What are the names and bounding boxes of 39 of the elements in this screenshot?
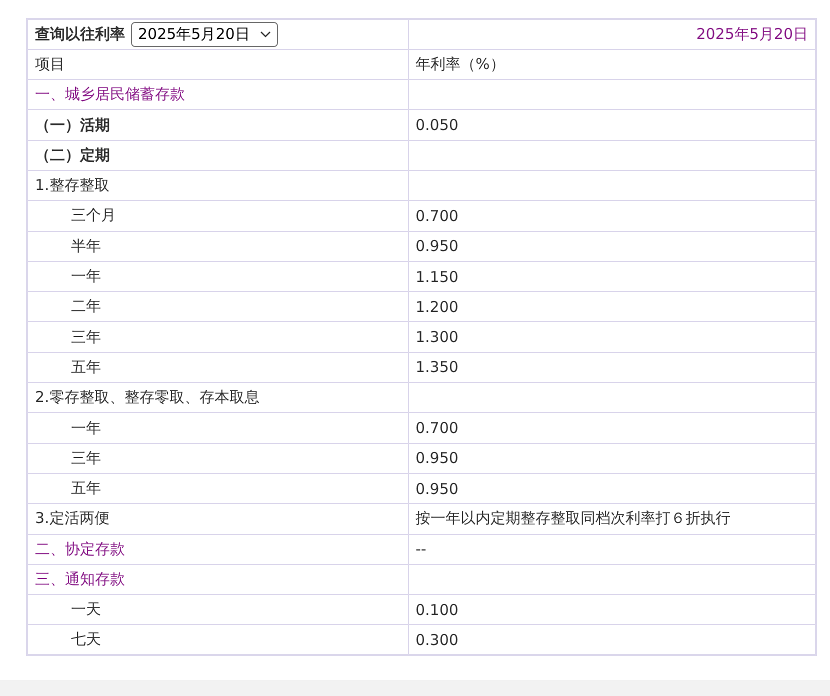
item-name: 五年 — [70, 479, 101, 498]
item-name: 1.整存整取 — [35, 176, 110, 194]
item-name: 二年 — [70, 297, 101, 316]
item-name: 五年 — [70, 358, 101, 376]
rate-value: 0.950 — [416, 480, 458, 498]
current-date: 2025年5月20日 — [696, 24, 808, 43]
item-name: 一、城乡居民储蓄存款 — [35, 85, 185, 104]
item-name: 三个月 — [70, 206, 116, 224]
date-select[interactable]: 2025年5月20日 — [131, 22, 278, 47]
rate-value: 0.050 — [416, 116, 458, 134]
item-name: 半年 — [70, 236, 101, 255]
item-name: 七天 — [70, 630, 101, 648]
query-label: 查询以往利率 — [35, 24, 125, 44]
rate-value: 0.700 — [416, 206, 458, 225]
rate-value: -- — [416, 540, 426, 558]
rate-value: 0.100 — [416, 600, 458, 619]
item-name: （二）定期 — [35, 146, 110, 164]
item-name: 二、协定存款 — [35, 540, 125, 558]
item-name: 三、通知存款 — [35, 570, 125, 588]
rate-value: 0.950 — [416, 449, 458, 468]
item-name: 一年 — [70, 267, 101, 286]
item-name: 一年 — [70, 418, 101, 436]
rate-value: 0.950 — [416, 237, 458, 256]
column-header: 年利率（%） — [416, 54, 505, 73]
rate-value: 1.150 — [416, 268, 458, 286]
rate-value: 1.350 — [416, 358, 458, 376]
item-name: 3.定活两便 — [35, 509, 110, 528]
item-name: （一）活期 — [35, 116, 110, 134]
item-name: 三年 — [70, 328, 101, 346]
item-name: 2.零存整取、整存零取、存本取息 — [35, 388, 260, 406]
column-header: 项目 — [35, 54, 65, 73]
rate-value: 按一年以内定期整存整取同档次利率打６折执行 — [416, 509, 730, 528]
rate-value: 0.300 — [416, 630, 458, 649]
item-name: 三年 — [70, 448, 101, 467]
item-name: 一天 — [70, 600, 101, 618]
rate-value: 1.200 — [416, 298, 458, 316]
rate-value: 0.700 — [416, 419, 458, 437]
chevron-down-icon — [260, 30, 271, 38]
rate-value: 1.300 — [416, 328, 458, 346]
